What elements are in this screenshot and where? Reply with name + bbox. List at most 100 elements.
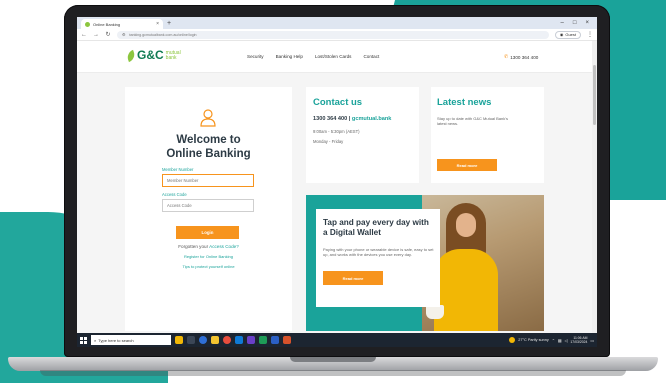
promo-read-more-button[interactable]: Read more — [323, 271, 383, 285]
member-number-input[interactable] — [162, 174, 254, 187]
profile-button[interactable]: ◉ Guest — [554, 30, 581, 39]
member-number-label: Member Number — [162, 167, 194, 172]
contact-hours: 9:00am - 5:30pm (AEST) — [313, 129, 360, 134]
word-icon[interactable] — [271, 336, 279, 344]
nav-item-security[interactable]: Security — [247, 54, 264, 59]
file-explorer-icon[interactable] — [211, 336, 219, 344]
login-title: Welcome to Online Banking — [125, 133, 292, 161]
excel-icon[interactable] — [259, 336, 267, 344]
logo-main-text: G&C — [137, 48, 164, 62]
header-phone-number: 1300 364 400 — [510, 54, 539, 60]
network-icon[interactable]: ▦ — [558, 338, 562, 343]
promo-title: Tap and pay every day with a Digital Wal… — [323, 218, 429, 237]
contact-phone-number[interactable]: 1300 364 400 — [313, 116, 347, 122]
contact-title: Contact us — [313, 97, 363, 108]
volume-icon[interactable]: ◁ — [565, 338, 568, 343]
news-title: Latest news — [437, 97, 492, 108]
forward-icon[interactable]: → — [93, 32, 99, 38]
task-view-icon[interactable] — [187, 336, 195, 344]
logo-sub-text: mutual bank — [166, 51, 181, 61]
user-icon — [200, 109, 216, 127]
header-phone[interactable]: ✆ 1300 364 400 — [504, 54, 538, 60]
window-controls: – □ × — [561, 17, 597, 29]
profile-icon: ◉ — [559, 32, 564, 37]
access-code-label: Access Code — [162, 192, 187, 197]
contact-card: Contact us 1300 364 400 | gcmutual.bank … — [306, 87, 419, 183]
contact-phone-line: 1300 364 400 | gcmutual.bank — [313, 116, 391, 122]
forgot-access-code: Forgotten your Access Code? — [125, 244, 292, 249]
system-tray: 27°C Partly sunny ⌃ ▦ ◁ 11:06 AM 17/03/2… — [509, 336, 594, 344]
scene: Online Banking × + – □ × ← → ↻ ⚙ banking… — [0, 0, 666, 383]
logo-sub-line-2: bank — [165, 55, 177, 61]
contact-separator: | — [348, 116, 351, 122]
security-tips-link[interactable]: Tips to protect yourself online — [125, 264, 292, 269]
taskbar-search[interactable]: ⌕ Type here to search — [91, 335, 171, 345]
search-icon: ⌕ — [94, 337, 97, 343]
promo-person-body — [434, 249, 498, 331]
news-text: Stay up to date with G&C Mutual Bank's l… — [437, 116, 509, 126]
laptop-screen: Online Banking × + – □ × ← → ↻ ⚙ banking… — [77, 17, 597, 347]
back-icon[interactable]: ← — [81, 32, 87, 38]
laptop-notch — [290, 357, 376, 362]
edge-icon[interactable] — [199, 336, 207, 344]
access-code-input[interactable] — [162, 199, 254, 212]
promo-coffee-cup — [426, 305, 444, 319]
login-title-line-2: Online Banking — [166, 148, 251, 160]
minimize-icon[interactable]: – — [561, 20, 564, 26]
store-icon[interactable] — [235, 336, 243, 344]
address-url: banking.gcmutualbank.com.au/online/login — [128, 32, 197, 37]
logo-leaf-icon — [125, 49, 137, 63]
new-tab-icon[interactable]: + — [167, 19, 171, 29]
phone-icon: ✆ — [504, 54, 509, 60]
chrome-icon[interactable] — [223, 336, 231, 344]
tab-title: Online Banking — [93, 21, 121, 27]
site-info-icon[interactable]: ⚙ — [122, 32, 126, 37]
favicon-icon — [85, 21, 90, 27]
contact-email-link[interactable]: gcmutual.bank — [352, 116, 391, 122]
bank-logo[interactable]: G&C mutual bank — [125, 48, 181, 63]
menu-icon[interactable]: ⋮ — [587, 31, 593, 38]
login-button[interactable]: Login — [176, 226, 239, 239]
main-nav: Security Banking Help Lost/Stolen Cards … — [247, 54, 379, 59]
maximize-icon[interactable]: □ — [573, 20, 577, 26]
tab-close-icon[interactable]: × — [156, 21, 159, 27]
register-link[interactable]: Register for Online Banking — [125, 254, 292, 259]
browser-toolbar: ← → ↻ ⚙ banking.gcmutualbank.com.au/onli… — [77, 29, 597, 41]
promo-text: Paying with your phone or wearable devic… — [323, 247, 434, 257]
browser-tab[interactable]: Online Banking × — [81, 19, 163, 29]
address-bar[interactable]: ⚙ banking.gcmutualbank.com.au/online/log… — [117, 30, 549, 39]
taskbar-widget-icon[interactable] — [175, 336, 183, 344]
windows-taskbar: ⌕ Type here to search 27°C Partly sunny … — [77, 333, 597, 347]
laptop-shadow — [40, 370, 626, 376]
profile-label: Guest — [565, 32, 576, 37]
forgot-access-code-link[interactable]: Access Code? — [209, 244, 239, 249]
close-window-icon[interactable]: × — [585, 20, 589, 26]
login-card: Welcome to Online Banking Member Number … — [125, 87, 292, 331]
login-title-line-1: Welcome to — [176, 134, 241, 146]
page-scrollbar[interactable] — [592, 41, 597, 333]
news-read-more-button[interactable]: Read more — [437, 159, 497, 171]
powerpoint-icon[interactable] — [283, 336, 291, 344]
site-header: G&C mutual bank Security Banking Help Lo… — [77, 41, 597, 73]
taskbar-clock[interactable]: 11:06 AM 17/03/2024 — [570, 336, 587, 344]
windows-start-icon[interactable] — [80, 336, 87, 344]
promo-text-box: Tap and pay every day with a Digital Wal… — [316, 209, 440, 307]
promo-photo — [422, 195, 544, 331]
news-card: Latest news Stay up to date with G&C Mut… — [431, 87, 544, 183]
nav-item-lost-stolen-cards[interactable]: Lost/Stolen Cards — [315, 54, 352, 59]
reload-icon[interactable]: ↻ — [105, 31, 111, 38]
weather-icon — [509, 337, 516, 343]
teams-icon[interactable] — [247, 336, 255, 344]
taskbar-search-placeholder: Type here to search — [98, 337, 134, 343]
promo-person-face — [456, 213, 476, 237]
web-page: G&C mutual bank Security Banking Help Lo… — [77, 41, 597, 333]
clock-date: 17/03/2024 — [570, 340, 588, 344]
notifications-icon[interactable]: ▭ — [590, 338, 594, 343]
digital-wallet-promo: Tap and pay every day with a Digital Wal… — [306, 195, 544, 331]
tray-chevron-icon[interactable]: ⌃ — [552, 338, 555, 343]
scrollbar-thumb[interactable] — [593, 65, 596, 125]
nav-item-banking-help[interactable]: Banking Help — [276, 54, 303, 59]
weather-text[interactable]: 27°C Partly sunny — [518, 338, 548, 342]
nav-item-contact[interactable]: Contact — [363, 54, 379, 59]
contact-days: Monday - Friday — [313, 139, 344, 144]
